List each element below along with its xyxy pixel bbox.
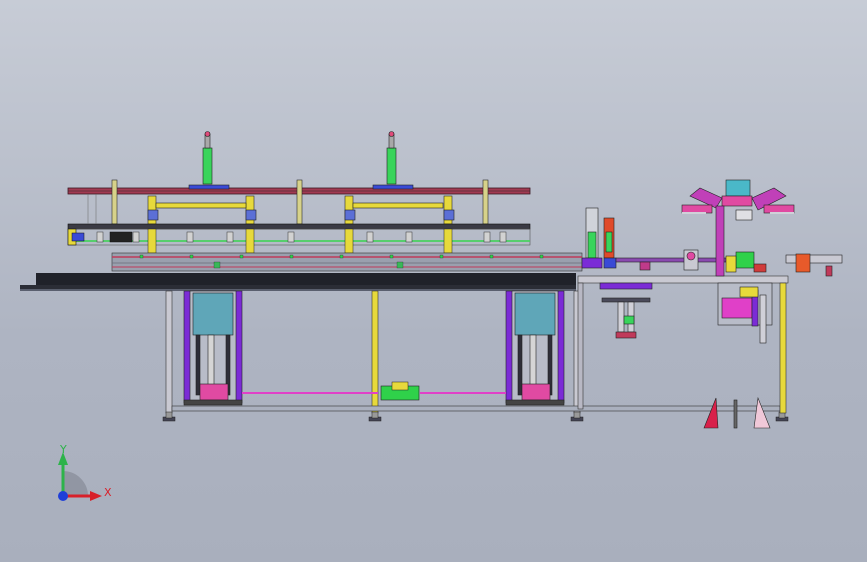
cad-viewport[interactable]: Y X: [0, 0, 867, 562]
leveling-feet: [162, 411, 789, 422]
z-axis-dot-icon: [58, 491, 68, 501]
x-arrow-icon: [90, 491, 102, 501]
lower-station: [599, 282, 653, 339]
triad-z-sector: [63, 471, 88, 496]
lift-unit-left: [183, 290, 243, 406]
coordinate-triad: Y X: [58, 443, 112, 501]
base-platform: [20, 273, 576, 291]
marker-triangles: [703, 396, 771, 429]
station-cylinders: [581, 207, 727, 271]
side-actuator: [785, 253, 843, 277]
y-axis-label: Y: [59, 443, 67, 456]
conveyor-chain: [111, 252, 583, 272]
x-axis-label: X: [104, 486, 112, 499]
assembly-drawing[interactable]: Y X: [0, 0, 867, 562]
lift-unit-right: [505, 290, 565, 406]
frame-legs: [165, 290, 781, 414]
rail-posts: [111, 179, 489, 225]
lower-fixture: [717, 282, 773, 344]
